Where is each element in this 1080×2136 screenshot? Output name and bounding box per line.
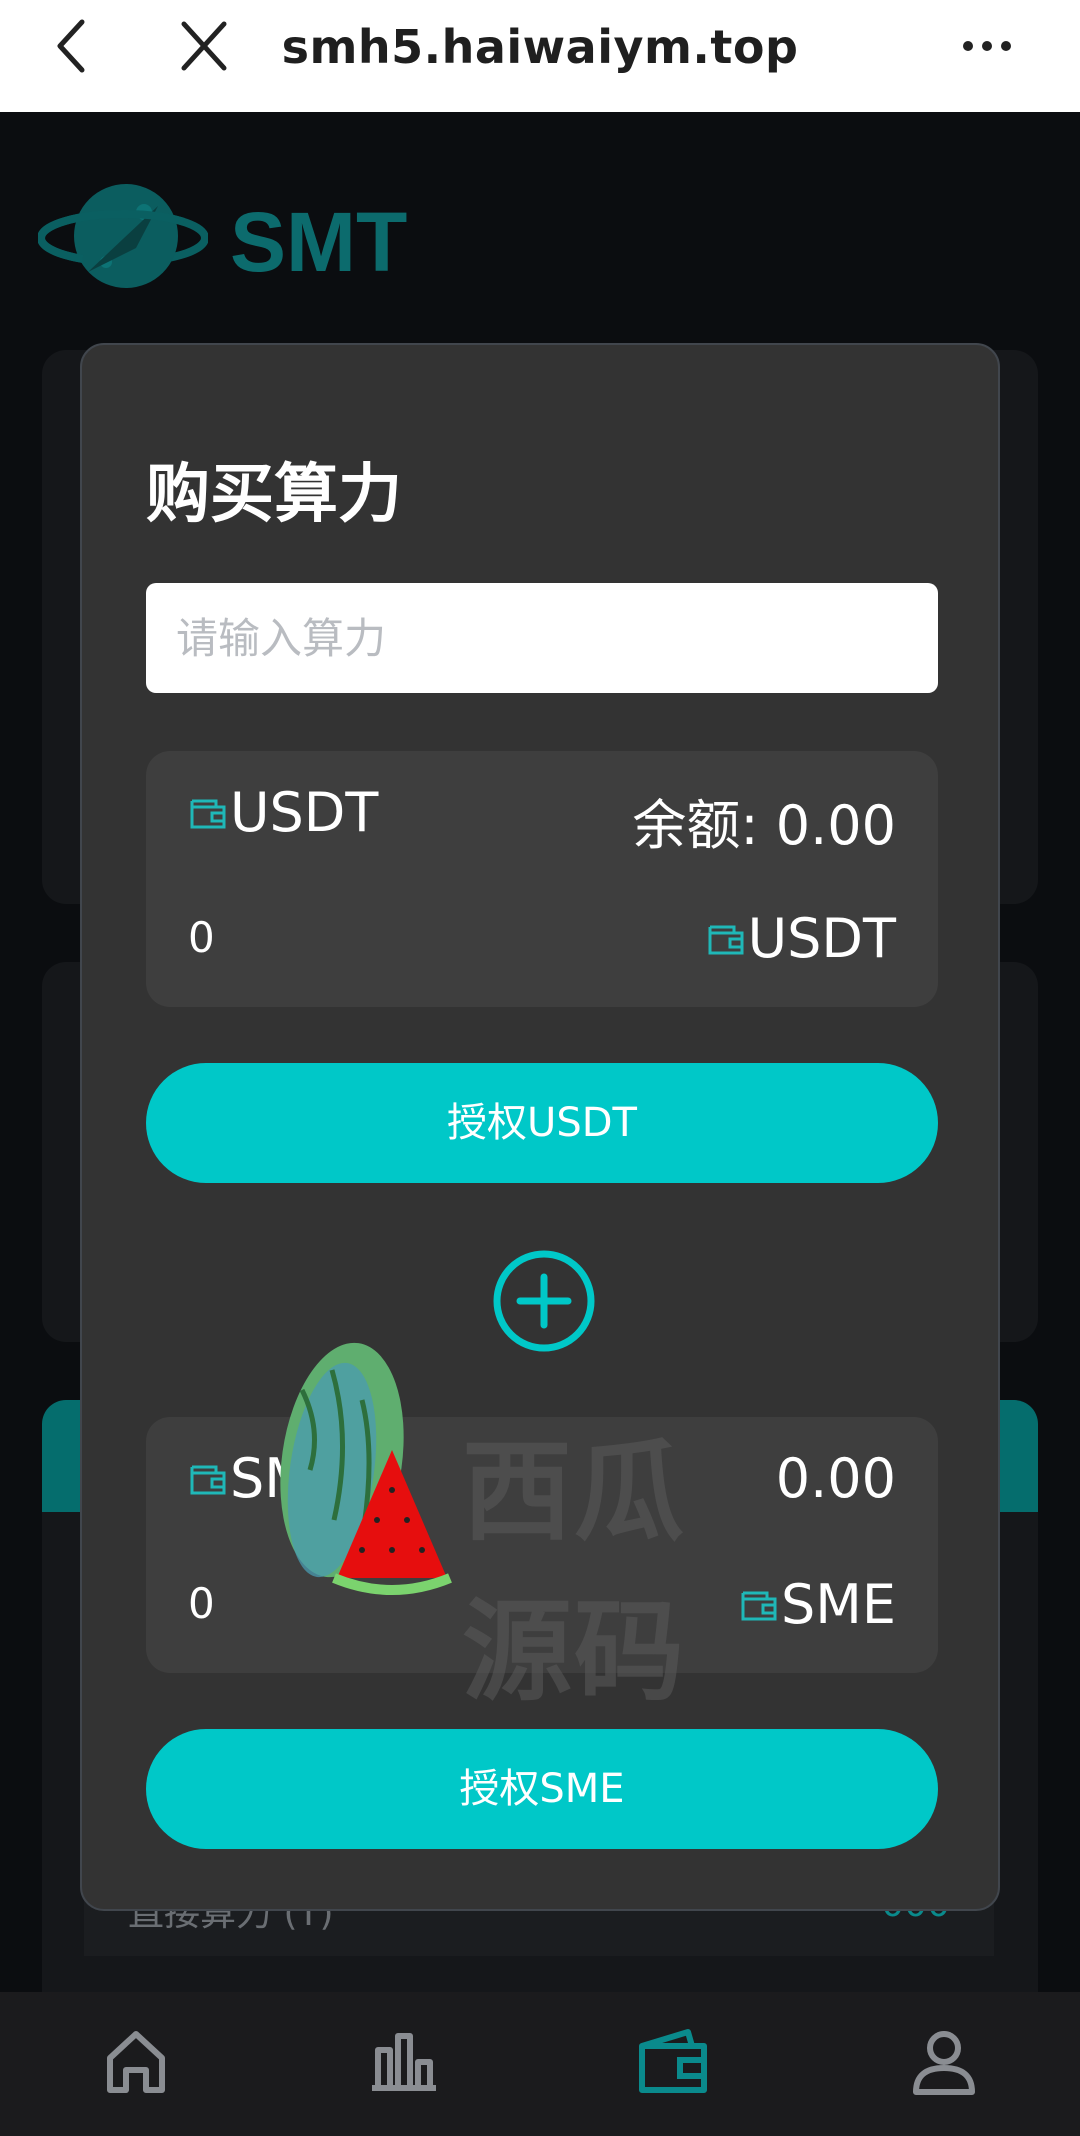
sme-unit: SME xyxy=(781,1573,896,1636)
authorize-sme-button[interactable]: 授权SME xyxy=(146,1729,938,1849)
planet-rocket-logo-icon xyxy=(38,184,208,288)
usdt-amount: 0 xyxy=(188,913,215,962)
wallet-icon xyxy=(741,1591,777,1620)
page-url: smh5.haiwaiym.top xyxy=(281,20,799,74)
home-icon[interactable] xyxy=(96,2022,176,2102)
logo-text: SMT xyxy=(230,195,408,289)
authorize-usdt-button[interactable]: 授权USDT xyxy=(146,1063,938,1183)
sme-coin-name: SME xyxy=(230,1447,345,1510)
sme-coin-label: SME xyxy=(188,1447,345,1510)
wallet-icon xyxy=(708,925,744,954)
usdt-unit: USDT xyxy=(747,907,896,970)
usdt-coin-label: USDT xyxy=(188,781,378,844)
usdt-coin-name: USDT xyxy=(230,781,379,844)
wallet-icon xyxy=(190,1465,226,1494)
sme-amount: 0 xyxy=(188,1579,215,1628)
more-options-icon[interactable] xyxy=(960,26,1014,66)
buy-hashpower-modal: 购买算力 USDT 余额: 0.00 0 USDT 授权USDT xyxy=(80,343,1000,1911)
app-header: SMT xyxy=(0,112,1080,352)
user-icon[interactable] xyxy=(904,2022,984,2102)
modal-title: 购买算力 xyxy=(146,458,402,532)
chart-icon[interactable] xyxy=(366,2022,446,2102)
sme-box: SME 0.00 0 SME xyxy=(146,1417,938,1673)
usdt-box: USDT 余额: 0.00 0 USDT xyxy=(146,751,938,1007)
hashpower-input[interactable] xyxy=(146,583,938,693)
bottom-tab-bar xyxy=(0,1992,1080,2136)
plus-circle-icon xyxy=(493,1250,595,1352)
wallet-icon xyxy=(190,799,226,828)
usdt-unit-label: USDT xyxy=(706,907,896,970)
sme-unit-label: SME xyxy=(739,1573,896,1636)
browser-top-bar: smh5.haiwaiym.top xyxy=(0,0,1080,112)
sme-balance: 0.00 xyxy=(775,1447,896,1510)
usdt-balance: 余额: 0.00 xyxy=(632,794,896,857)
wallet-icon[interactable] xyxy=(634,2022,714,2102)
